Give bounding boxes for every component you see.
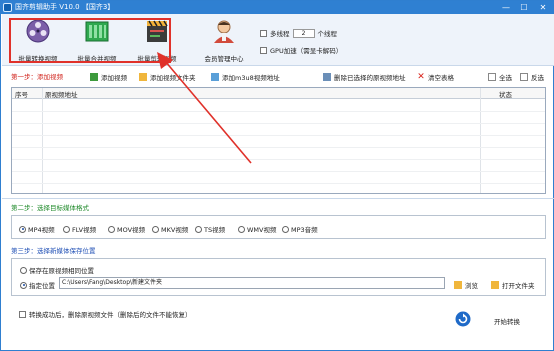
col-divider [480,88,481,193]
gpu-checkbox[interactable] [260,46,267,54]
format-label: TS视频 [204,226,226,234]
convert-refresh-icon[interactable] [455,311,471,327]
close-button[interactable]: ✕ [535,1,551,14]
step1-row: 第一步：添加视频 添加视频 添加视频文件夹 添加m3u8视频地址 删除已选择的原… [2,69,554,83]
format-radio-mp3[interactable]: MP3音频 [282,224,318,234]
radio-icon [63,225,70,233]
delete-list-icon [323,73,331,81]
row-divider [12,111,545,112]
row-divider [12,183,545,184]
folder-icon [454,281,462,289]
delete-after-label: 转换成功后，删除原视频文件（删除后的文件不能恢复） [29,311,192,319]
section-divider [2,198,554,199]
member-avatar-icon [214,20,234,43]
app-logo-icon [3,3,12,12]
radio-icon [238,225,245,233]
thread-unit-label: 个线程 [317,30,338,38]
maximize-button[interactable]: ☐ [516,1,532,14]
row-divider [12,135,545,136]
save-same-location-radio[interactable]: 保存在原视频相同位置 [20,265,94,275]
save-path-input[interactable]: C:\Users\Fang\Desktop\新建文件夹 [59,277,445,289]
col-status-header: 状态 [499,91,512,99]
format-label: MP4视频 [28,226,55,234]
clear-table-label: 清空表格 [428,74,454,82]
format-label: MOV视频 [117,226,146,234]
gpu-option[interactable]: GPU加速（需显卡解码） [260,45,342,55]
col-divider [42,88,43,193]
select-all-icon [488,73,496,81]
add-video-icon [90,73,98,81]
title-bar: 国齐剪辑助手 V10.0 【国齐3】 — ☐ ✕ [1,1,553,14]
format-radio-wmv[interactable]: WMV视频 [238,224,276,234]
format-radio-flv[interactable]: FLV视频 [63,224,96,234]
start-convert-button[interactable]: 开始转换 [494,316,520,326]
open-folder-button[interactable]: 打开文件夹 [491,280,535,290]
save-same-label: 保存在原视频相同位置 [29,267,94,275]
format-label: FLV视频 [72,226,97,234]
add-video-button[interactable]: 添加视频 [90,72,127,82]
format-radio-mov[interactable]: MOV视频 [108,224,145,234]
invert-select-icon [520,73,528,81]
format-radio-ts[interactable]: TS视频 [195,224,225,234]
delete-selected-label: 删除已选择的原视频地址 [334,74,406,82]
table-header: 序号 原视频地址 状态 [12,88,545,99]
radio-icon [152,225,159,233]
add-video-label: 添加视频 [101,74,127,82]
row-divider [12,123,545,124]
radio-icon [195,225,202,233]
invert-select-button[interactable]: 反选 [520,72,544,82]
step3-label: 第三步：选择新媒体保存位置 [11,247,96,255]
format-label: MKV视频 [161,226,189,234]
save-custom-label: 指定位置 [29,282,55,290]
radio-icon [108,225,115,233]
video-table[interactable]: 序号 原视频地址 状态 [11,87,546,194]
delete-after-option[interactable]: 转换成功后，删除原视频文件（删除后的文件不能恢复） [19,309,192,319]
row-divider [12,147,545,148]
window-title: 国齐剪辑助手 V10.0 【国齐3】 [15,3,115,11]
multithread-label: 多线程 [270,30,290,38]
thread-count-input[interactable]: 2 [292,28,315,38]
select-all-label: 全选 [499,74,512,82]
multithread-option[interactable]: 多线程 2 个线程 [260,28,337,38]
app-window: 国齐剪辑助手 V10.0 【国齐3】 — ☐ ✕ 批量转换视频 批量合并视频 批… [0,0,554,351]
open-folder-label: 打开文件夹 [502,282,535,290]
format-label: MP3音频 [291,226,318,234]
browse-label: 浏览 [465,282,478,290]
annotation-highlight-box [9,18,171,63]
browse-button[interactable]: 浏览 [454,280,478,290]
format-panel: MP4视频 FLV视频 MOV视频 MKV视频 TS视频 WMV视频 MP3音频 [11,215,546,239]
row-divider [12,171,545,172]
step2-label: 第二步：选择目标媒体格式 [11,204,89,212]
format-radio-mp4[interactable]: MP4视频 [19,224,55,234]
radio-selected-icon [20,281,27,289]
minimize-button[interactable]: — [498,1,514,14]
delete-after-checkbox[interactable] [19,310,26,318]
gpu-label: GPU加速（需显卡解码） [270,47,343,55]
radio-icon [20,266,27,274]
col-index-header: 序号 [15,91,28,99]
format-radio-mkv[interactable]: MKV视频 [152,224,188,234]
clear-table-button[interactable]: ✕ 清空表格 [417,72,454,83]
clear-x-icon: ✕ [417,72,425,82]
multithread-checkbox[interactable] [260,29,267,37]
annotation-arrow [157,52,252,164]
invert-select-label: 反选 [531,74,544,82]
radio-selected-icon [19,225,26,233]
folder-icon [139,73,147,81]
select-all-button[interactable]: 全选 [488,72,512,82]
save-custom-location-radio[interactable]: 指定位置 [20,280,55,290]
delete-selected-button[interactable]: 删除已选择的原视频地址 [323,72,406,82]
step1-label: 第一步：添加视频 [11,73,63,81]
col-source-header: 原视频地址 [45,91,78,99]
row-divider [12,159,545,160]
format-label: WMV视频 [247,226,277,234]
open-folder-icon [491,281,499,289]
radio-icon [282,225,289,233]
